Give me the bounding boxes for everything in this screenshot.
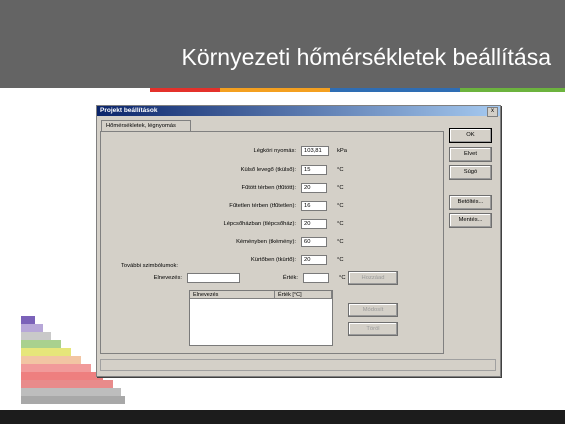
dialog-titlebar[interactable]: Projekt beállítások x: [97, 106, 500, 117]
save-button[interactable]: Mentés...: [449, 213, 492, 228]
chimney-unit: °C: [337, 239, 344, 245]
pressure-label: Légköri nyomás:: [253, 148, 296, 154]
accent-bar-orange: [220, 88, 330, 92]
list-column-value[interactable]: Érték [°C]: [275, 291, 332, 299]
cancel-button[interactable]: Elvet: [449, 147, 492, 162]
project-settings-dialog: Projekt beállítások x Hőmérsékletek, lég…: [96, 105, 501, 377]
close-icon[interactable]: x: [487, 107, 498, 117]
chimney-input[interactable]: 60: [301, 237, 327, 247]
symbol-value-input[interactable]: [303, 273, 329, 283]
stair-step: [21, 356, 81, 364]
flue-label: Kürtőben (tkürtő):: [250, 257, 296, 263]
stair-step: [21, 396, 125, 404]
load-button[interactable]: Betöltés...: [449, 195, 492, 210]
modify-symbol-button[interactable]: Módosít: [348, 303, 398, 317]
stair-step: [21, 372, 103, 380]
symbols-list[interactable]: Elnevezés Érték [°C]: [189, 290, 333, 346]
pressure-unit: kPa: [337, 148, 347, 154]
outside-air-unit: °C: [337, 167, 344, 173]
unheated-space-unit: °C: [337, 203, 344, 209]
unheated-space-label: Fűtetlen térben (tfűtetlen):: [229, 203, 296, 209]
staircase-unit: °C: [337, 221, 344, 227]
stair-step: [21, 348, 71, 356]
accent-bar-green: [460, 88, 565, 92]
heated-space-input[interactable]: 20: [301, 183, 327, 193]
tab-temperatures-pressure[interactable]: Hőmérsékletek, légnyomás: [101, 120, 191, 131]
chimney-label: Kéményben (tkémény):: [236, 239, 296, 245]
help-button[interactable]: Súgó: [449, 165, 492, 180]
ok-button[interactable]: OK: [449, 128, 492, 143]
add-symbol-button[interactable]: Hozzáad: [348, 271, 398, 285]
stair-step: [21, 316, 35, 324]
accent-bar-red: [150, 88, 220, 92]
outside-air-label: Külső levegő (tkülső):: [240, 167, 296, 173]
pressure-input[interactable]: 103,81: [301, 146, 329, 156]
tab-panel: Légköri nyomás: 103,81 kPa Külső levegő …: [100, 131, 444, 354]
stair-step: [21, 380, 113, 388]
heated-space-unit: °C: [337, 185, 344, 191]
symbol-name-input[interactable]: [187, 273, 240, 283]
slide-header: Környezeti hőmérsékletek beállítása: [0, 0, 565, 88]
outside-air-input[interactable]: 15: [301, 165, 327, 175]
stair-step: [21, 388, 121, 396]
extra-symbols-heading: További szimbólumok:: [121, 263, 179, 269]
symbol-name-label: Elnevezés:: [153, 275, 182, 281]
staircase-input[interactable]: 20: [301, 219, 327, 229]
stair-step: [21, 364, 91, 372]
status-bar: [100, 359, 496, 371]
slide-title: Környezeti hőmérsékletek beállítása: [181, 44, 551, 70]
staircase-label: Lépcsőházban (tlépcsőház):: [223, 221, 296, 227]
dialog-title: Projekt beállítások: [100, 107, 158, 114]
unheated-space-input[interactable]: 16: [301, 201, 327, 211]
heated-space-label: Fűtött térben (tfűtött):: [241, 185, 296, 191]
list-column-name[interactable]: Elnevezés: [190, 291, 275, 299]
delete-symbol-button[interactable]: Töröl: [348, 322, 398, 336]
slide-footer-band: [0, 410, 565, 424]
stair-step: [21, 332, 51, 340]
symbol-value-label: Érték:: [282, 275, 298, 281]
accent-bar-blue: [330, 88, 460, 92]
flue-unit: °C: [337, 257, 344, 263]
flue-input[interactable]: 20: [301, 255, 327, 265]
symbol-value-unit: °C: [339, 275, 346, 281]
stair-step: [21, 324, 43, 332]
stair-step: [21, 340, 61, 348]
